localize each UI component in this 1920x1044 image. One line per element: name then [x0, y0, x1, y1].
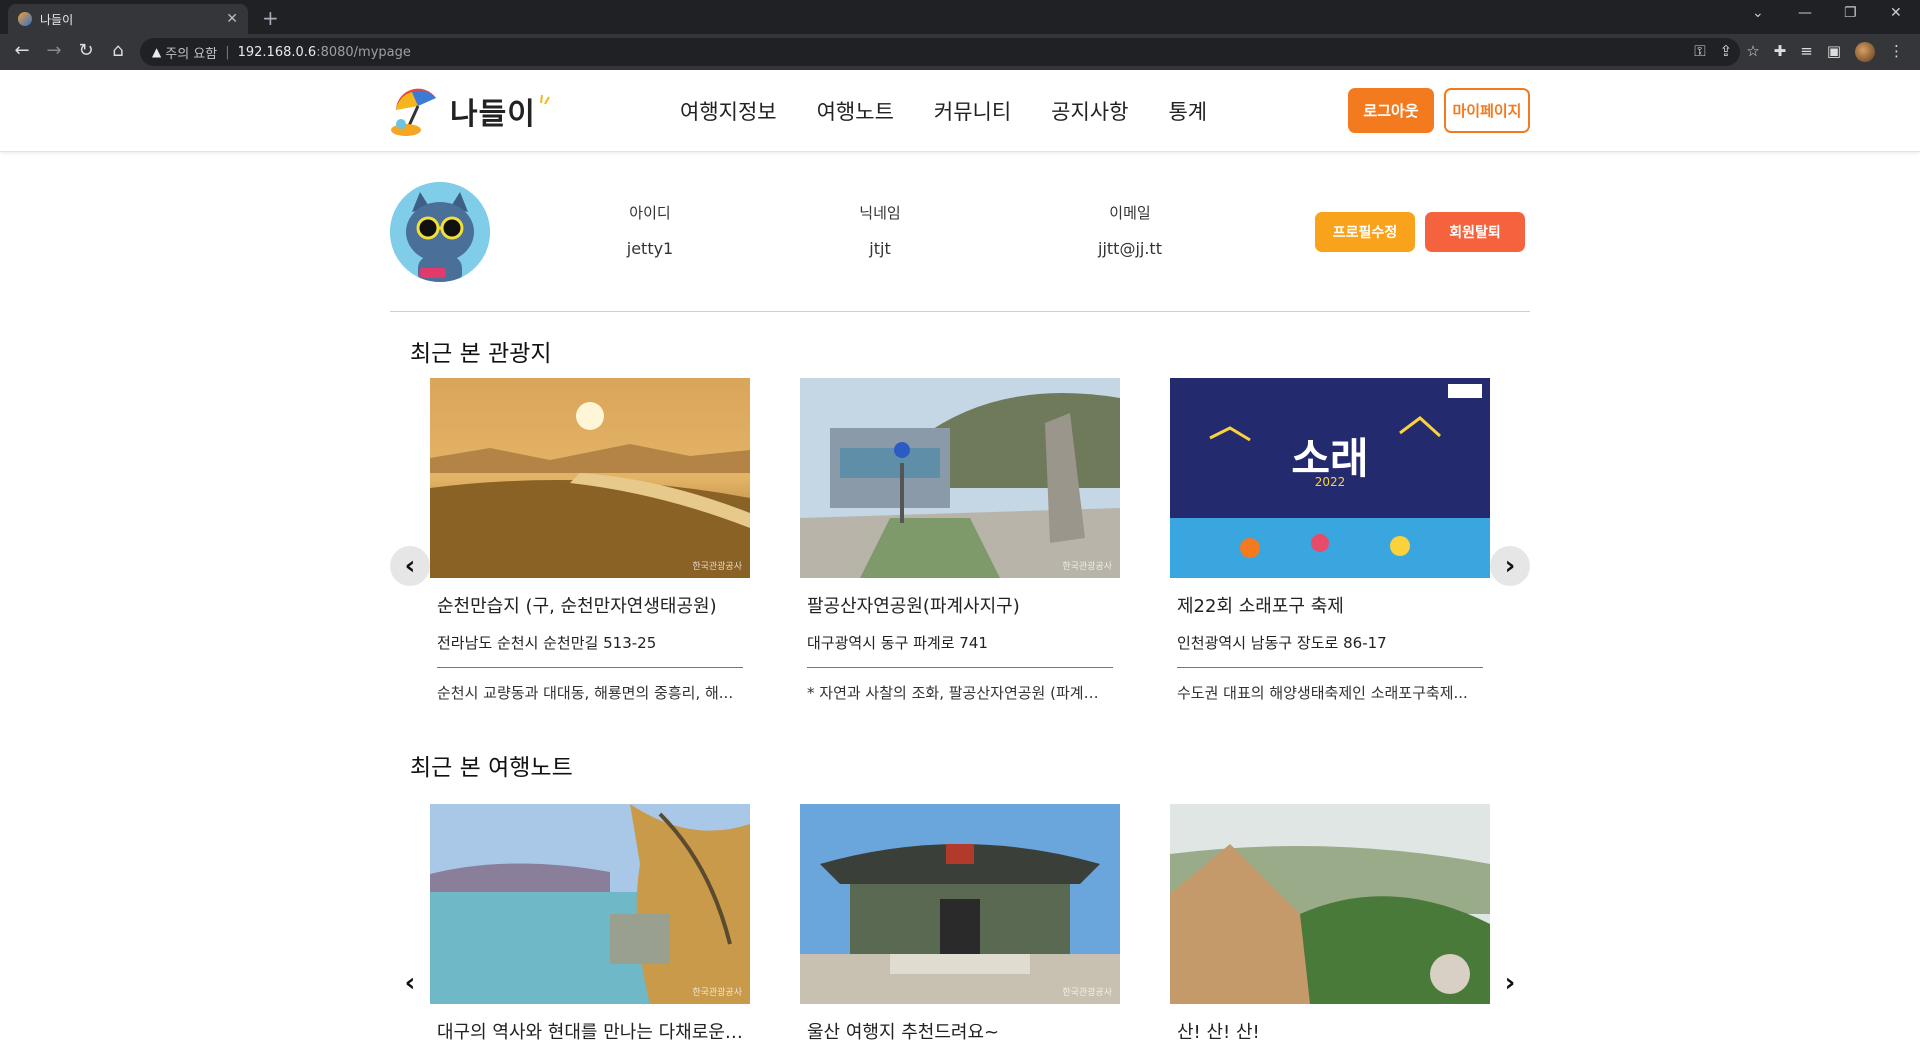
close-window-icon[interactable]: ✕ [1890, 5, 1902, 21]
address-bar[interactable]: ▲ 주의 요함 | 192.168.0.6:8080/mypage [140, 38, 1740, 66]
minimize-icon[interactable]: — [1798, 5, 1812, 21]
browser-tab[interactable]: 나들이 ✕ [8, 4, 248, 34]
logout-button[interactable]: 로그아웃 [1348, 88, 1434, 133]
url-host: 192.168.0.6 [237, 44, 317, 60]
logo-sparkle-icon [539, 94, 550, 105]
note-image[interactable]: 한국관광공사 [430, 804, 750, 1004]
note-image[interactable] [1170, 804, 1490, 1004]
tab-title: 나들이 [40, 12, 74, 27]
key-icon[interactable]: ⚿ [1694, 42, 1705, 62]
nav-travel-info[interactable]: 여행지정보 [680, 96, 777, 126]
image-watermark: 한국관광공사 [692, 988, 742, 998]
spot-description: 수도권 대표의 해양생태축제인 소래포구축제... [1177, 684, 1468, 702]
profile-section: 아이디 jetty1 닉네임 jtjt 이메일 jjtt@jj.tt 프로필수정… [390, 182, 1530, 312]
browser-tool-icons: ⚿ ⇪ ☆ ✚ ≡ ▣ ⋮ [1694, 42, 1904, 62]
spot-card[interactable]: 한국관광공사 팔공산자연공원(파계사지구) 대구광역시 동구 파계로 741 *… [800, 378, 1120, 703]
nav-notice[interactable]: 공지사항 [1051, 96, 1128, 126]
url-separator: | [225, 44, 230, 60]
recent-spots-title: 최근 본 관광지 [410, 341, 552, 367]
nav-statistics[interactable]: 통계 [1168, 96, 1207, 126]
note-image[interactable]: 한국관광공사 [800, 804, 1120, 1004]
forward-icon[interactable]: → [42, 40, 66, 61]
mypage-button[interactable]: 마이페이지 [1444, 88, 1530, 133]
spots-prev-chevron-left-icon[interactable]: ‹ [390, 546, 430, 586]
note-title[interactable]: 울산 여행지 추천드려요~ [807, 1018, 1117, 1044]
back-icon[interactable]: ← [10, 40, 34, 61]
spots-next-chevron-right-icon[interactable]: › [1490, 546, 1530, 586]
menu-kebab-icon[interactable]: ⋮ [1889, 42, 1904, 62]
image-watermark: 한국관광공사 [1062, 562, 1112, 572]
spot-card[interactable]: 한국관광공사 순천만습지 (구, 순천만자연생태공원) 전라남도 순천시 순천만… [430, 378, 750, 703]
spot-image[interactable]: 한국관광공사 [430, 378, 750, 578]
edit-profile-button[interactable]: 프로필수정 [1315, 212, 1415, 252]
id-label: 아이디 [629, 204, 671, 222]
spot-address: 대구광역시 동구 파계로 741 [807, 634, 988, 652]
nav-travel-note[interactable]: 여행노트 [817, 96, 894, 126]
spot-address: 인천광역시 남동구 장도로 86-17 [1177, 634, 1387, 652]
extensions-icon[interactable]: ✚ [1774, 42, 1787, 62]
nickname-value: jtjt [869, 239, 891, 258]
note-card[interactable]: 산! 산! 산! [1170, 804, 1490, 1044]
note-card[interactable]: 한국관광공사 울산 여행지 추천드려요~ [800, 804, 1120, 1044]
notes-next-chevron-right-icon[interactable]: › [1490, 963, 1530, 1003]
avatar [390, 182, 490, 282]
divider [1177, 667, 1483, 668]
profile-email-field: 이메일 jjtt@jj.tt [1050, 202, 1210, 258]
divider [807, 667, 1113, 668]
url-path: :8080/mypage [316, 44, 411, 60]
new-tab-icon[interactable]: + [262, 6, 279, 30]
id-value: jetty1 [626, 239, 674, 258]
side-panel-icon[interactable]: ▣ [1827, 42, 1841, 62]
nickname-label: 닉네임 [859, 204, 901, 222]
image-watermark: 한국관광공사 [1062, 988, 1112, 998]
favicon-icon [18, 12, 32, 26]
note-title[interactable]: 대구의 역사와 현대를 만나는 다채로운 ... [437, 1018, 747, 1044]
email-value: jjtt@jj.tt [1098, 239, 1162, 258]
spot-image[interactable]: 소래 2022 [1170, 378, 1490, 578]
reload-icon[interactable]: ↻ [74, 40, 98, 61]
main-nav: 여행지정보 여행노트 커뮤니티 공지사항 통계 [680, 96, 1207, 126]
site-header: 나들이 여행지정보 여행노트 커뮤니티 공지사항 통계 로그아웃 마이페이지 [0, 70, 1920, 152]
site-logo[interactable]: 나들이 [390, 84, 552, 138]
withdraw-button[interactable]: 회원탈퇴 [1425, 212, 1525, 252]
spot-name[interactable]: 제22회 소래포구 축제 [1177, 592, 1487, 618]
email-label: 이메일 [1109, 204, 1151, 222]
divider [437, 667, 743, 668]
spot-name[interactable]: 순천만습지 (구, 순천만자연생태공원) [437, 592, 747, 618]
security-label[interactable]: 주의 요함 [165, 43, 217, 62]
logo-text: 나들이 [450, 97, 536, 132]
spot-description: * 자연과 사찰의 조화, 팔공산자연공원 (파계사... [807, 684, 1107, 702]
browser-toolbar: ← → ↻ ⌂ ▲ 주의 요함 | 192.168.0.6:8080/mypag… [0, 34, 1920, 70]
share-icon[interactable]: ⇪ [1720, 42, 1733, 62]
reading-list-icon[interactable]: ≡ [1800, 42, 1813, 62]
umbrella-logo-icon [390, 84, 442, 138]
warning-icon[interactable]: ▲ [152, 45, 161, 59]
profile-nickname-field: 닉네임 jtjt [800, 202, 960, 258]
note-title[interactable]: 산! 산! 산! [1177, 1018, 1487, 1044]
close-tab-icon[interactable]: ✕ [226, 11, 238, 27]
spot-image[interactable]: 한국관광공사 [800, 378, 1120, 578]
nav-community[interactable]: 커뮤니티 [934, 96, 1011, 126]
profile-id-field: 아이디 jetty1 [570, 202, 730, 258]
notes-prev-chevron-left-icon[interactable]: ‹ [390, 963, 430, 1003]
profile-avatar-icon[interactable] [1855, 42, 1875, 62]
bookmark-star-icon[interactable]: ☆ [1746, 42, 1759, 62]
restore-icon[interactable]: ❐ [1844, 5, 1857, 21]
tab-search-icon[interactable]: ⌄ [1752, 5, 1764, 21]
browser-tab-bar: 나들이 ✕ + ⌄ — ❐ ✕ [0, 0, 1920, 34]
svg-text:2022: 2022 [1315, 475, 1346, 489]
spot-address: 전라남도 순천시 순천만길 513-25 [437, 634, 657, 652]
spot-description: 순천시 교량동과 대대동, 해룡면의 중흥리, 해... [437, 684, 734, 702]
home-icon[interactable]: ⌂ [106, 40, 130, 61]
spot-name[interactable]: 팔공산자연공원(파계사지구) [807, 592, 1117, 618]
note-card[interactable]: 한국관광공사 대구의 역사와 현대를 만나는 다채로운 ... [430, 804, 750, 1044]
spot-card[interactable]: 소래 2022 제22회 소래포구 축제 인천광역시 남동구 장도로 86-17… [1170, 378, 1490, 703]
image-watermark: 한국관광공사 [692, 562, 742, 572]
recent-notes-title: 최근 본 여행노트 [410, 755, 573, 781]
